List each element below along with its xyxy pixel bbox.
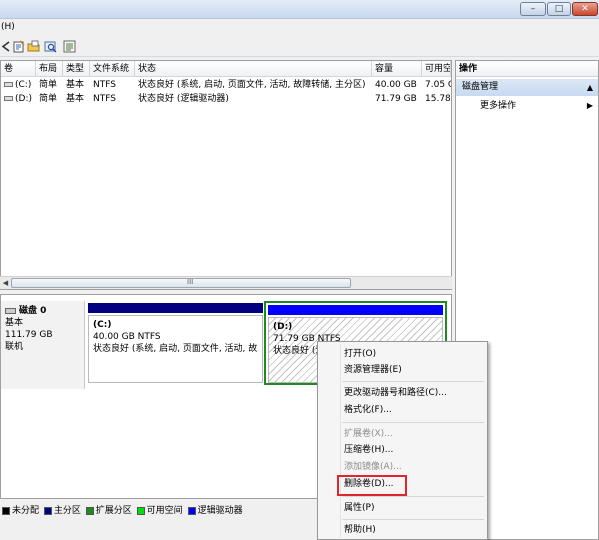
disk-status: 联机	[5, 342, 24, 352]
disk-size: 111.79 GB	[5, 330, 53, 340]
partition-c-body: (C:) 40.00 GB NTFS 状态良好 (系统, 启动, 页面文件, 活…	[88, 315, 263, 383]
column-header-capacity[interactable]: 容量	[372, 61, 422, 77]
minimize-icon: –	[530, 4, 536, 14]
column-header-free[interactable]: 可用空	[422, 61, 451, 77]
status-cell: 状态良好 (系统, 启动, 页面文件, 活动, 故障转储, 主分区)	[138, 80, 366, 90]
legend-label: 扩展分区	[95, 506, 132, 516]
context-menu: 打开(O) 资源管理器(E) 更改驱动器号和路径(C)... 格式化(F)...…	[317, 341, 488, 540]
legend-item: 扩展分区	[85, 502, 132, 520]
menu-gutter	[340, 344, 341, 538]
partition-c[interactable]: (C:) 40.00 GB NTFS 状态良好 (系统, 启动, 页面文件, 活…	[88, 303, 263, 383]
table-row[interactable]: (C:) 简单 基本 NTFS 状态良好 (系统, 启动, 页面文件, 活动, …	[1, 78, 451, 92]
maximize-icon: □	[554, 4, 564, 14]
legend-swatch	[85, 506, 94, 515]
column-header-status[interactable]: 状态	[135, 61, 372, 77]
type-cell: 基本	[66, 94, 85, 104]
volume-name: (D:)	[15, 94, 32, 104]
horizontal-scrollbar[interactable]: ◀ III	[0, 276, 452, 289]
legend-label: 主分区	[53, 506, 81, 516]
legend-label: 逻辑驱动器	[197, 506, 243, 516]
minimize-button[interactable]: –	[520, 2, 546, 16]
legend-item: 可用空间	[136, 502, 183, 520]
logical-drive-bar	[268, 305, 443, 315]
menu-bar: (H)	[0, 19, 599, 37]
menu-help[interactable]: (H)	[1, 22, 15, 32]
toolbar	[0, 37, 599, 57]
actions-section-label: 磁盘管理	[462, 82, 499, 92]
delete-highlight-box	[337, 475, 407, 496]
menu-item-open[interactable]: 打开(O)	[344, 346, 484, 362]
volume-list-header: 卷 布局 类型 文件系统 状态 容量 可用空	[1, 61, 451, 77]
legend-item: 逻辑驱动器	[187, 502, 243, 520]
menu-separator	[342, 496, 484, 497]
help-icon[interactable]	[44, 40, 57, 53]
menu-separator	[342, 422, 484, 423]
column-header-type[interactable]: 类型	[63, 61, 90, 77]
status-cell: 状态良好 (逻辑驱动器)	[138, 94, 229, 104]
actions-title: 操作	[456, 61, 598, 77]
menu-item-extend-volume: 扩展卷(X)...	[344, 429, 393, 439]
legend-swatch	[2, 506, 10, 515]
layout-cell: 简单	[39, 80, 58, 90]
capacity-cell: 71.79 GB	[375, 94, 417, 104]
collapse-arrow-icon[interactable]: ▲	[587, 79, 593, 96]
partition-name: (C:)	[93, 320, 112, 330]
partition-size: 40.00 GB NTFS	[93, 332, 161, 342]
legend-swatch	[43, 506, 52, 515]
partition-name: (D:)	[273, 322, 293, 332]
disk-name: 磁盘 0	[19, 306, 47, 316]
capacity-cell: 40.00 GB	[375, 80, 417, 90]
layout-cell: 简单	[39, 94, 58, 104]
legend-swatch	[136, 506, 145, 515]
free-cell: 7.05 G	[425, 80, 451, 90]
primary-partition-bar	[88, 303, 263, 313]
filesystem-cell: NTFS	[93, 94, 116, 104]
menu-separator	[342, 519, 484, 520]
open-folder-icon[interactable]	[27, 40, 40, 53]
close-icon: ✕	[581, 4, 589, 14]
disk-type: 基本	[5, 318, 24, 328]
volume-name-cell: (C:)	[1, 78, 36, 92]
column-header-volume[interactable]: 卷	[1, 61, 36, 77]
menu-item-properties[interactable]: 属性(P)	[344, 500, 484, 516]
table-row[interactable]: (D:) 简单 基本 NTFS 状态良好 (逻辑驱动器) 71.79 GB 15…	[1, 92, 451, 106]
column-header-filesystem[interactable]: 文件系统	[90, 61, 135, 77]
volume-list: 卷 布局 类型 文件系统 状态 容量 可用空 (C:) 简单 基本 NTFS 状…	[0, 60, 452, 290]
column-header-layout[interactable]: 布局	[36, 61, 63, 77]
drive-icon	[4, 96, 13, 101]
scrollbar-thumb[interactable]: III	[11, 278, 351, 288]
more-actions-link[interactable]: 更多操作	[480, 99, 516, 113]
menu-item-help[interactable]: 帮助(H)	[344, 522, 484, 538]
menu-item-change-drive-letter[interactable]: 更改驱动器号和路径(C)...	[344, 385, 484, 401]
free-cell: 15.78	[425, 94, 451, 104]
menu-item-shrink-volume[interactable]: 压缩卷(H)...	[344, 442, 484, 458]
menu-separator	[342, 381, 484, 382]
volume-name: (C:)	[15, 80, 32, 90]
disk-label[interactable]: 磁盘 0 基本 111.79 GB 联机	[1, 301, 85, 389]
menu-item-explore[interactable]: 资源管理器(E)	[344, 362, 484, 378]
menu-item-add-mirror: 添加镜像(A)...	[344, 462, 402, 472]
drive-icon	[4, 82, 13, 87]
disk-icon	[5, 307, 16, 314]
volume-name-cell: (D:)	[1, 92, 36, 106]
legend-item: 未分配	[2, 502, 39, 520]
refresh-icon[interactable]	[63, 40, 76, 53]
legend-label: 可用空间	[146, 506, 183, 516]
filesystem-cell: NTFS	[93, 80, 116, 90]
menu-item-format[interactable]: 格式化(F)...	[344, 402, 484, 418]
close-button[interactable]: ✕	[572, 2, 598, 16]
legend-item: 主分区	[43, 502, 81, 520]
legend-swatch	[187, 506, 196, 515]
scroll-left-icon[interactable]: ◀	[1, 278, 10, 288]
properties-icon[interactable]	[12, 40, 25, 53]
scrollbar-grip: III	[187, 278, 194, 286]
chevron-right-icon[interactable]: ▶	[587, 99, 593, 113]
actions-section-disk-management[interactable]: 磁盘管理 ▲	[456, 79, 598, 96]
partition-status: 状态良好 (系统, 启动, 页面文件, 活动, 故	[93, 344, 258, 354]
type-cell: 基本	[66, 80, 85, 90]
title-bar: – □ ✕	[0, 0, 599, 19]
legend-label: 未分配	[12, 506, 40, 516]
maximize-button[interactable]: □	[547, 2, 571, 16]
